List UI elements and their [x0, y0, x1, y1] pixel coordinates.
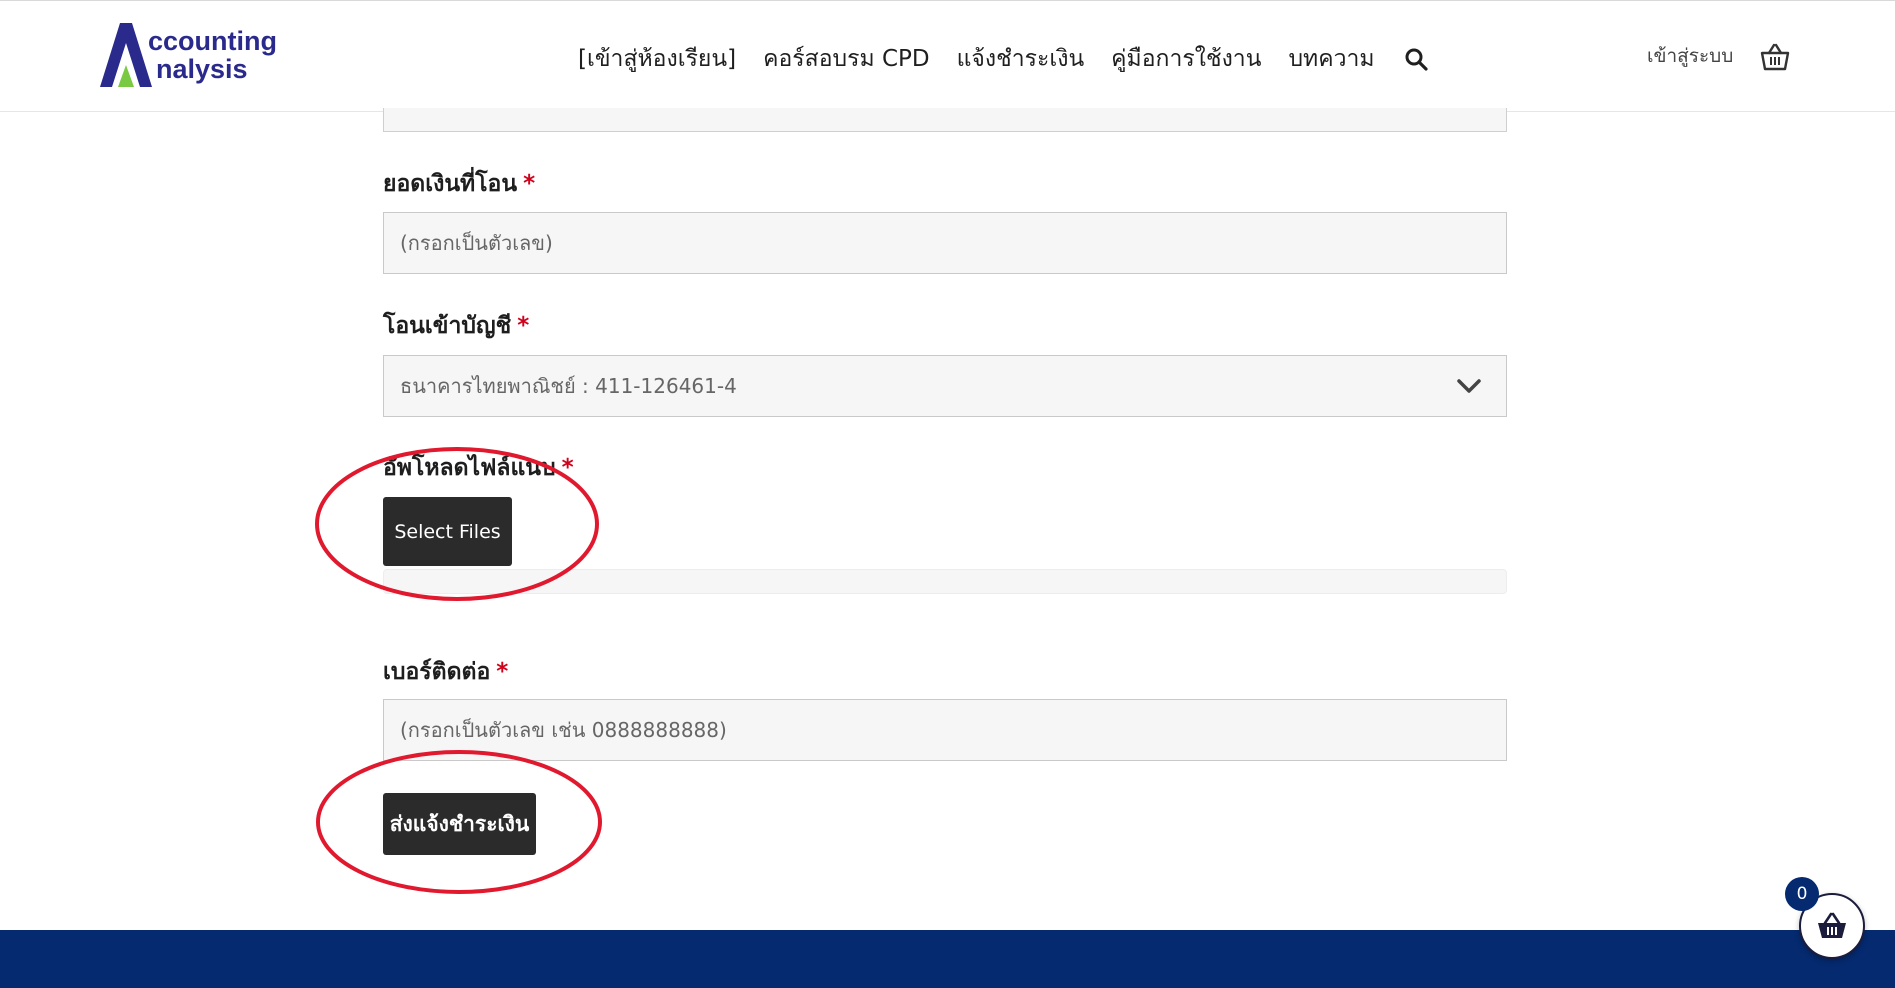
upload-progress-bar — [383, 569, 1507, 594]
amount-input[interactable]: (กรอกเป็นตัวเลข) — [383, 212, 1507, 274]
amount-label: ยอดเงินที่โอน * — [383, 166, 535, 202]
account-label-text: โอนเข้าบัญชี — [383, 313, 512, 339]
site-logo[interactable]: ccounting nalysis — [96, 21, 277, 91]
logo-line-2: nalysis — [156, 54, 248, 84]
phone-label-text: เบอร์ติดต่อ — [383, 659, 491, 685]
cart-count-badge: 0 — [1785, 877, 1819, 911]
account-select-value: ธนาคารไทยพาณิชย์ : 411-126461-4 — [400, 374, 737, 398]
upload-label: อัพโหลดไฟล์แนบ * — [383, 450, 574, 486]
account-label: โอนเข้าบัญชี * — [383, 308, 529, 344]
account-select[interactable]: ธนาคารไทยพาณิชย์ : 411-126461-4 — [383, 355, 1507, 417]
previous-field-bottom[interactable] — [383, 108, 1507, 132]
basket-icon[interactable] — [1760, 42, 1790, 72]
site-footer — [0, 930, 1895, 988]
logo-wordmark: ccounting nalysis — [148, 27, 277, 83]
required-marker: * — [517, 313, 530, 339]
phone-input[interactable]: (กรอกเป็นตัวเลข เช่น 0888888888) — [383, 699, 1507, 761]
nav-item-payment-notice[interactable]: แจ้งชำระเงิน — [957, 41, 1085, 77]
search-icon[interactable] — [1404, 47, 1428, 71]
amount-label-text: ยอดเงินที่โอน — [383, 171, 518, 197]
nav-item-manual[interactable]: คู่มือการใช้งาน — [1111, 41, 1261, 77]
phone-label: เบอร์ติดต่อ * — [383, 654, 508, 690]
nav-item-articles[interactable]: บทความ — [1288, 41, 1374, 77]
required-marker: * — [496, 659, 509, 685]
required-marker: * — [523, 171, 536, 197]
required-marker: * — [561, 455, 574, 481]
login-link[interactable]: เข้าสู่ระบบ — [1647, 41, 1733, 71]
submit-payment-button[interactable]: ส่งแจ้งชำระเงิน — [383, 793, 536, 855]
basket-icon — [1818, 912, 1846, 938]
site-header: ccounting nalysis [เข้าสู่ห้องเรียน] คอร… — [0, 1, 1895, 112]
main-nav: [เข้าสู่ห้องเรียน] คอร์สอบรม CPD แจ้งชำร… — [578, 39, 1428, 79]
chevron-down-icon — [1457, 379, 1481, 393]
nav-item-cpd-courses[interactable]: คอร์สอบรม CPD — [763, 41, 929, 77]
select-files-button[interactable]: Select Files — [383, 497, 512, 566]
upload-label-text: อัพโหลดไฟล์แนบ — [383, 455, 556, 481]
nav-item-classroom[interactable]: [เข้าสู่ห้องเรียน] — [578, 41, 736, 77]
logo-line-1: ccounting — [148, 26, 277, 56]
